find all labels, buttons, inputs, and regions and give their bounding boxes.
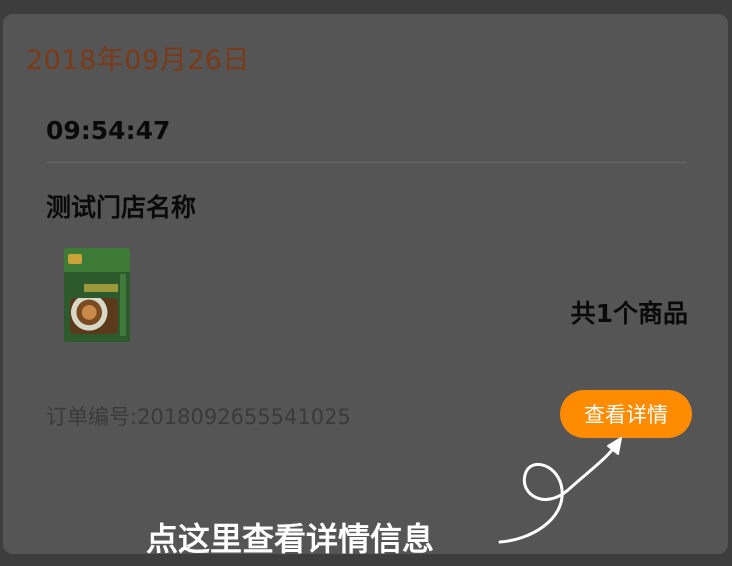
product-image bbox=[64, 248, 130, 342]
tutorial-overlay: 2018年09月26日 09:54:47 测试门店名称 共1个商品 订单编号:2… bbox=[0, 0, 732, 566]
curly-arrow-icon bbox=[498, 437, 622, 544]
order-date: 2018年09月26日 bbox=[26, 45, 250, 76]
divider bbox=[46, 162, 686, 163]
store-name: 测试门店名称 bbox=[46, 193, 197, 222]
item-count: 共1个商品 bbox=[570, 299, 688, 328]
tutorial-hint: 点这里查看详情信息 bbox=[146, 520, 435, 558]
order-time: 09:54:47 bbox=[46, 116, 171, 145]
order-number: 订单编号:2018092655541025 bbox=[46, 405, 351, 429]
